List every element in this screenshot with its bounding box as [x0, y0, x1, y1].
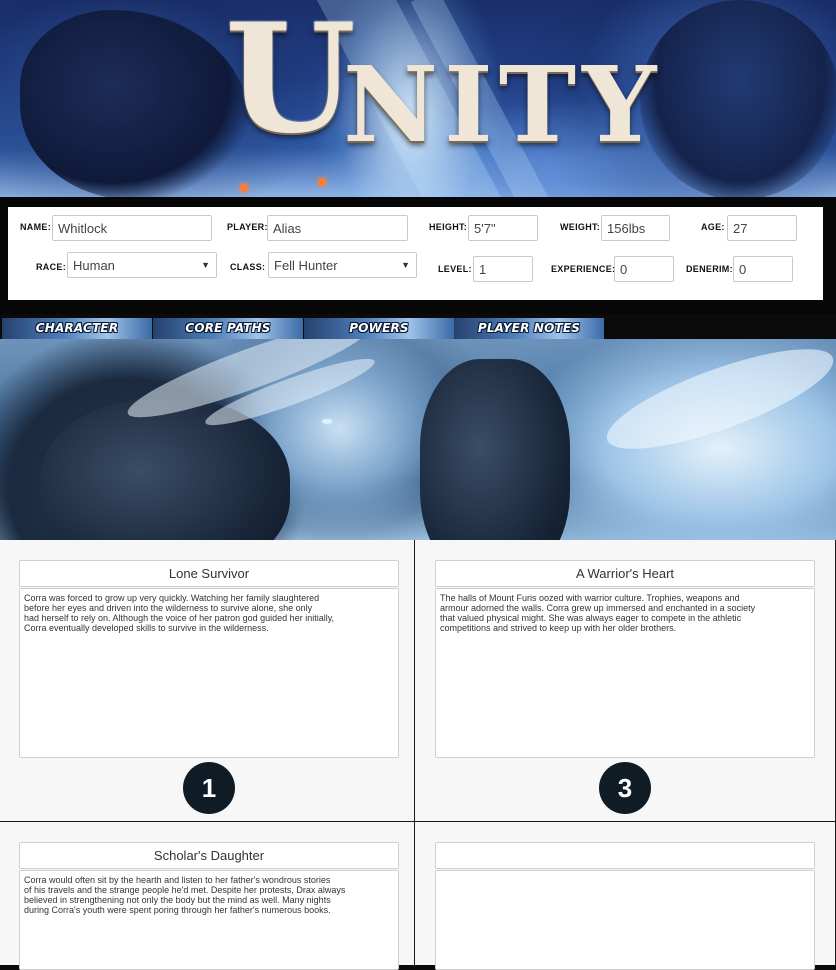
- portrait-glowing-eye: [322, 419, 332, 424]
- denerim-field[interactable]: 0: [733, 256, 793, 282]
- player-label: PLAYER:: [227, 222, 268, 232]
- denerim-label: DENERIM:: [686, 264, 733, 274]
- tab-powers[interactable]: POWERS: [304, 318, 455, 339]
- name-label: NAME:: [20, 222, 51, 232]
- card-number-badge: 3: [599, 762, 651, 814]
- age-field[interactable]: 27: [727, 215, 797, 241]
- logo-first-letter: U: [225, 0, 362, 167]
- tab-core-paths[interactable]: CORE PATHS: [153, 318, 304, 339]
- header-banner: U NITY: [0, 0, 836, 197]
- class-select[interactable]: Fell Hunter ▼: [268, 252, 417, 278]
- race-select-value: Human: [73, 258, 115, 273]
- banner-glowing-eye: [318, 178, 326, 186]
- card-title-field[interactable]: A Warrior's Heart: [435, 560, 815, 587]
- weight-field[interactable]: 156lbs: [601, 215, 670, 241]
- card-description-field[interactable]: Corra was forced to grow up very quickly…: [19, 588, 399, 758]
- tab-bar: CHARACTER CORE PATHS POWERS PLAYER NOTES: [0, 318, 836, 339]
- name-field[interactable]: Whitlock: [52, 215, 212, 241]
- card-title-field[interactable]: Scholar's Daughter: [19, 842, 399, 869]
- card-description-field[interactable]: Corra would often sit by the hearth and …: [19, 870, 399, 970]
- character-info-panel: NAME: Whitlock PLAYER: Alias HEIGHT: 5'7…: [8, 207, 823, 300]
- card-title-field[interactable]: Lone Survivor: [19, 560, 399, 587]
- background-card: A Warrior's Heart The halls of Mount Fur…: [415, 540, 836, 822]
- height-label: HEIGHT:: [429, 222, 468, 232]
- experience-label: EXPERIENCE:: [551, 264, 616, 274]
- background-card: [415, 822, 836, 970]
- logo-rest: NITY: [343, 43, 663, 166]
- unity-logo: U NITY: [225, 0, 656, 170]
- background-card: Lone Survivor Corra was forced to grow u…: [0, 540, 415, 822]
- weight-label: WEIGHT:: [560, 222, 601, 232]
- banner-figure-right: [640, 0, 836, 197]
- class-label: CLASS:: [230, 262, 266, 272]
- level-label: LEVEL:: [438, 264, 472, 274]
- class-select-value: Fell Hunter: [274, 258, 338, 273]
- card-description-field[interactable]: [435, 870, 815, 970]
- portrait-armor-left: [40, 399, 290, 540]
- card-title-field[interactable]: [435, 842, 815, 869]
- background-cards-grid: Lone Survivor Corra was forced to grow u…: [0, 540, 836, 970]
- level-field[interactable]: 1: [473, 256, 533, 282]
- player-field[interactable]: Alias: [267, 215, 408, 241]
- banner-glowing-eye: [240, 184, 248, 192]
- race-label: RACE:: [36, 262, 66, 272]
- card-number-badge: 1: [183, 762, 235, 814]
- background-card: Scholar's Daughter Corra would often sit…: [0, 822, 415, 970]
- tab-player-notes[interactable]: PLAYER NOTES: [454, 318, 605, 339]
- portrait-mist: [596, 339, 836, 469]
- tab-character[interactable]: CHARACTER: [2, 318, 153, 339]
- card-description-field[interactable]: The halls of Mount Furis oozed with warr…: [435, 588, 815, 758]
- chevron-down-icon: ▼: [401, 260, 410, 270]
- age-label: AGE:: [701, 222, 725, 232]
- character-portrait-art: [0, 339, 836, 540]
- portrait-armor-right: [420, 359, 570, 540]
- banner-figure-left: [20, 10, 250, 197]
- race-select[interactable]: Human ▼: [67, 252, 217, 278]
- character-info-section: NAME: Whitlock PLAYER: Alias HEIGHT: 5'7…: [0, 197, 836, 314]
- chevron-down-icon: ▼: [201, 260, 210, 270]
- experience-field[interactable]: 0: [614, 256, 674, 282]
- height-field[interactable]: 5'7": [468, 215, 538, 241]
